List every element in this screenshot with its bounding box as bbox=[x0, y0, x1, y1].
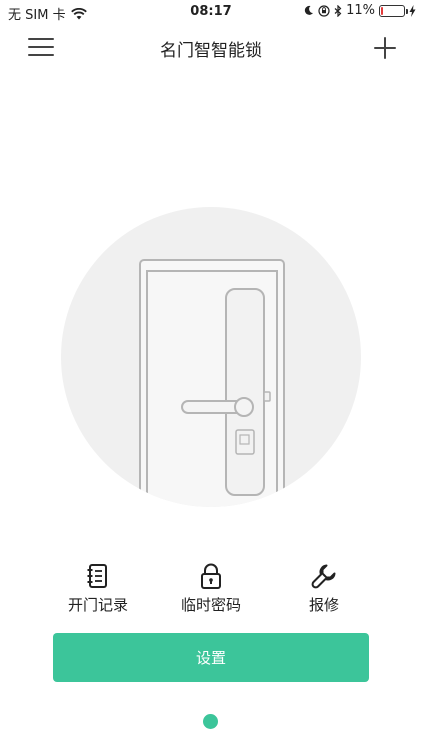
action-label: 临时密码 bbox=[180, 596, 241, 614]
action-label: 报修 bbox=[308, 596, 339, 614]
status-bar: 无 SIM 卡 08:17 11% bbox=[0, 0, 422, 24]
settings-button[interactable]: 设置 bbox=[53, 633, 369, 682]
temporary-password-button[interactable]: 临时密码 bbox=[161, 562, 261, 615]
unlock-records-button[interactable]: 开门记录 bbox=[48, 562, 148, 615]
notebook-icon bbox=[87, 564, 107, 588]
battery-icon bbox=[379, 4, 408, 17]
action-row: 开门记录 临时密码 报修 bbox=[0, 562, 422, 622]
door-with-smart-lock-icon bbox=[61, 207, 361, 507]
nav-bar: 名门智智能锁 bbox=[0, 24, 422, 70]
plus-icon[interactable] bbox=[374, 37, 396, 59]
battery-percent: 11% bbox=[346, 3, 375, 18]
repair-button[interactable]: 报修 bbox=[274, 562, 374, 615]
rotation-lock-icon bbox=[318, 4, 330, 17]
bluetooth-icon bbox=[334, 4, 342, 17]
page-title: 名门智智能锁 bbox=[160, 41, 262, 61]
moon-icon bbox=[304, 5, 314, 15]
battery-level-fill bbox=[381, 6, 383, 15]
action-label: 开门记录 bbox=[67, 596, 128, 614]
charging-icon bbox=[409, 4, 416, 17]
page-indicator-dot[interactable] bbox=[203, 714, 218, 729]
padlock-icon bbox=[201, 563, 221, 589]
status-right: 11% bbox=[303, 3, 416, 18]
wrench-icon bbox=[311, 564, 336, 589]
